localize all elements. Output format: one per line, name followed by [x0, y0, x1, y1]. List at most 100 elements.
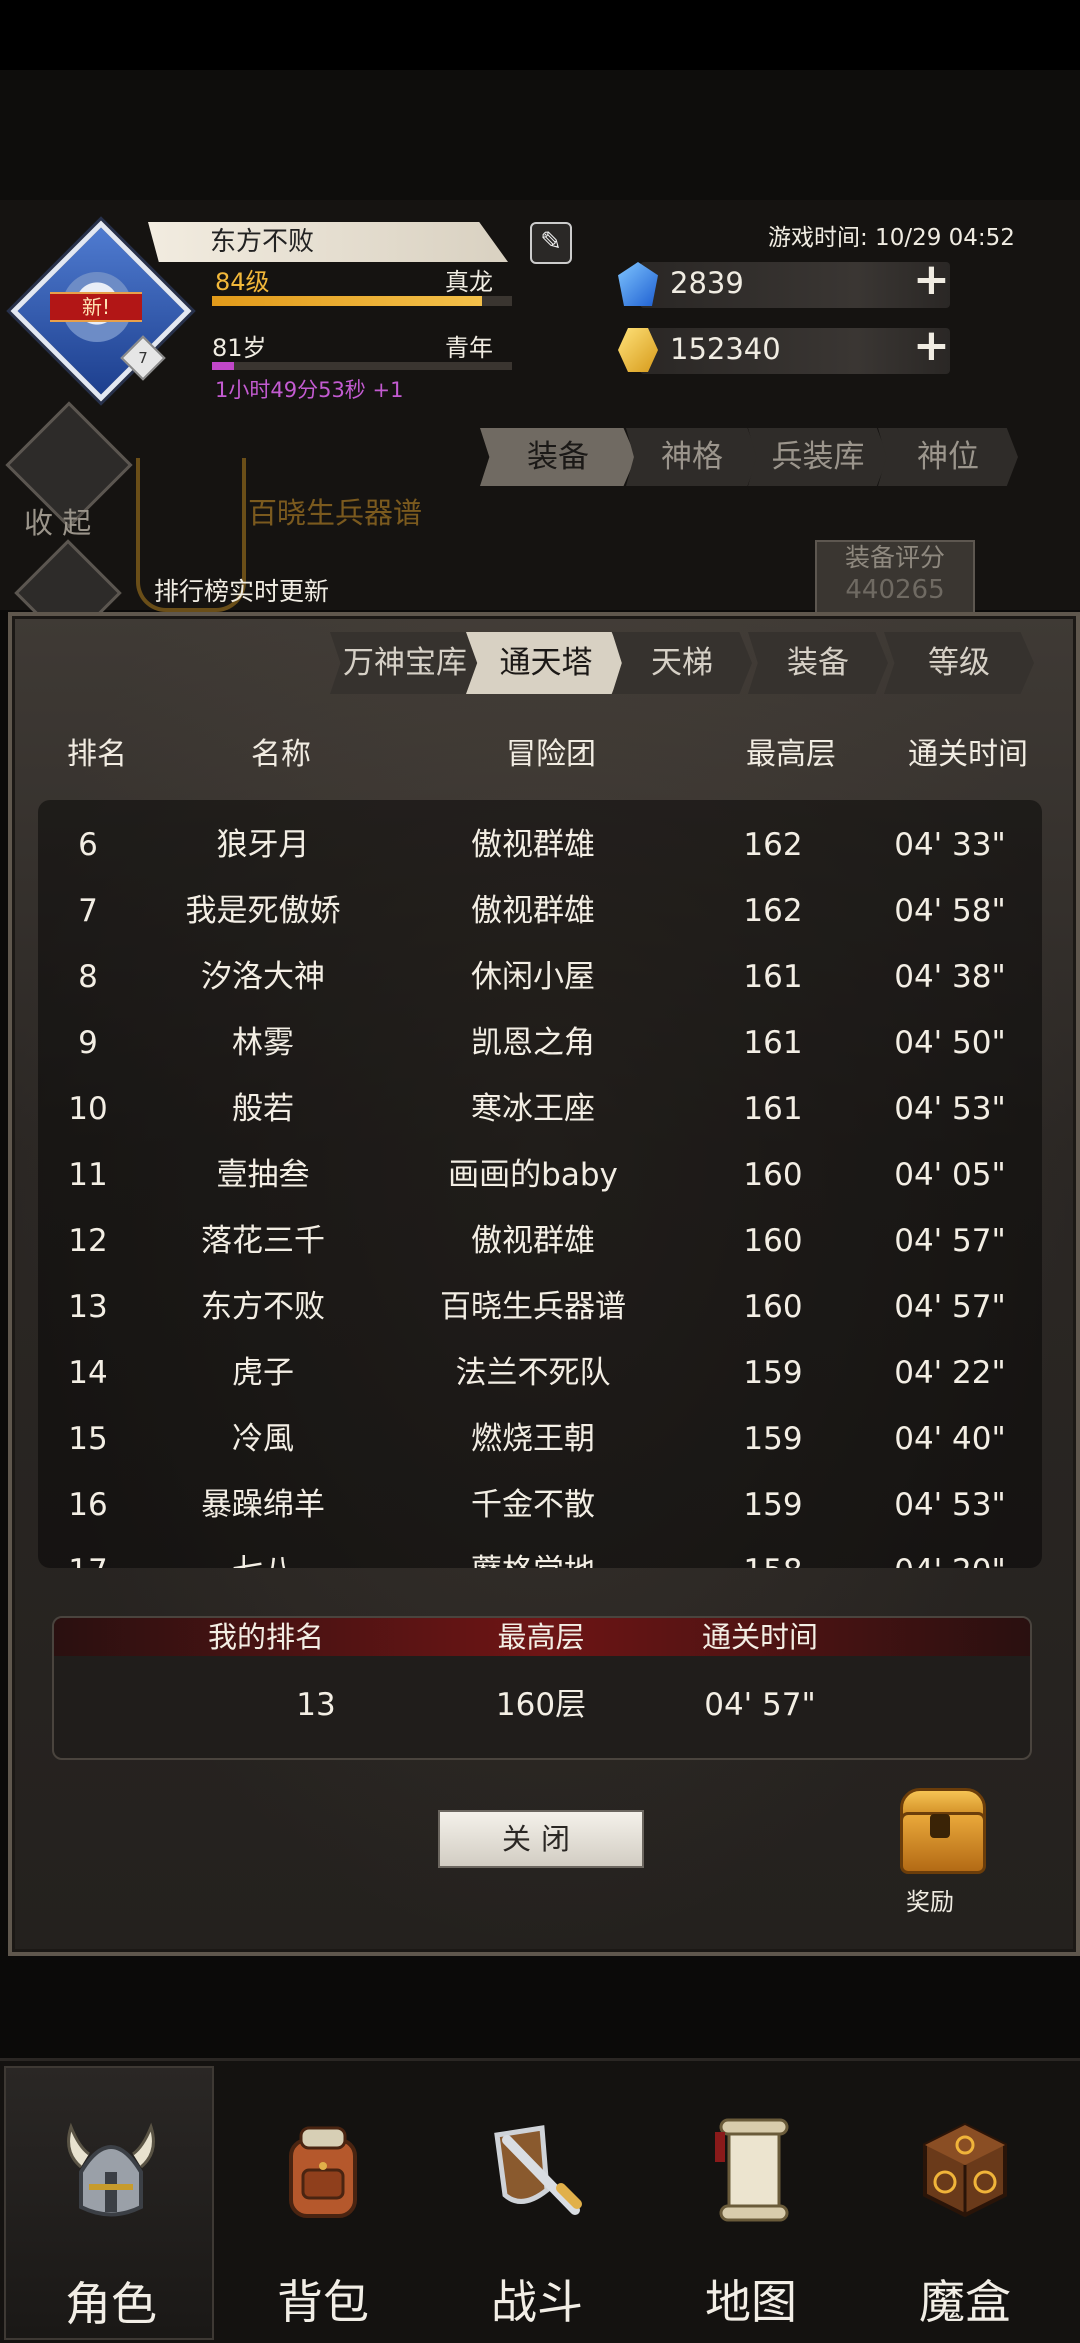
equipment-score: 装备评分 440265	[815, 540, 975, 614]
guild-name: 百晓生兵器谱	[248, 496, 423, 530]
cell-floor: 162	[743, 893, 803, 929]
column-name: 名称	[251, 737, 311, 772]
nav-backpack[interactable]: 背包	[218, 2066, 428, 2340]
cell-rank: 14	[68, 1355, 108, 1391]
new-badge: 新!	[50, 292, 142, 322]
sword-shield-icon	[494, 2125, 582, 2215]
helmet-icon	[67, 2122, 155, 2217]
leaderboard-table[interactable]: 6 狼牙月 傲视群雄 162 04' 33" 7 我是死傲娇 傲视群雄 162 04' 58" 8 汐…	[38, 800, 1042, 1568]
cell-floor: 159	[743, 1487, 803, 1523]
nav-label-map: 地图	[705, 2275, 797, 2329]
cell-time: 04' 38"	[894, 959, 1006, 995]
table-row[interactable]: 8 汐洛大神 休闲小屋 161 04' 38"	[38, 944, 1042, 1010]
subtab-god-rank[interactable]: 神位	[878, 428, 1018, 486]
cell-rank: 11	[68, 1157, 108, 1193]
edit-name-button[interactable]: ✎	[530, 222, 572, 264]
cell-name: 般若	[232, 1091, 294, 1127]
gold-count: 152340	[670, 332, 781, 366]
subtab-equipment[interactable]: 装备	[480, 428, 636, 486]
cell-guild: 百晓生兵器谱	[440, 1289, 626, 1325]
cell-name: 暴躁绵羊	[201, 1487, 325, 1523]
tab-level[interactable]: 等级	[884, 632, 1034, 694]
cell-name: 虎子	[232, 1355, 294, 1391]
table-row[interactable]: 12 落花三千 傲视群雄 160 04' 57"	[38, 1208, 1042, 1274]
table-row[interactable]: 11 壹抽叁 画画的baby 160 04' 05"	[38, 1142, 1042, 1208]
cell-name: 冷風	[232, 1421, 294, 1457]
rank-title: 真龙	[445, 268, 493, 296]
nav-label-backpack: 背包	[277, 2275, 369, 2329]
table-row[interactable]: 6 狼牙月 傲视群雄 162 04' 33"	[38, 812, 1042, 878]
nav-magic-box[interactable]: 魔盒	[860, 2066, 1070, 2340]
cell-rank: 15	[68, 1421, 108, 1457]
reward-chest-button[interactable]	[890, 1782, 990, 1882]
game-time: 游戏时间: 10/29 04:52	[768, 225, 1015, 251]
cell-rank: 9	[78, 1025, 98, 1061]
tab-ladder[interactable]: 天梯	[612, 632, 752, 694]
cell-rank: 6	[78, 827, 98, 863]
cell-time: 04' 57"	[894, 1289, 1006, 1325]
cell-floor: 160	[743, 1223, 803, 1259]
cell-name: 汐洛大神	[201, 959, 325, 995]
cell-rank: 8	[78, 959, 98, 995]
age-title: 青年	[445, 334, 493, 362]
chest-lock-icon	[930, 1814, 950, 1838]
nav-character[interactable]: 角色	[4, 2066, 214, 2340]
table-row[interactable]: 14 虎子 法兰不死队 159 04' 22"	[38, 1340, 1042, 1406]
my-time-label: 通关时间	[701, 1620, 818, 1654]
table-row[interactable]: 13 东方不败 百晓生兵器谱 160 04' 57"	[38, 1274, 1042, 1340]
cell-floor: 161	[743, 1025, 803, 1061]
age-timer: 1小时49分53秒 +1	[215, 378, 404, 402]
my-rank-label: 我的排名	[207, 1620, 324, 1654]
level-progress-fill	[212, 296, 482, 306]
cell-name: 我是死傲娇	[185, 893, 341, 929]
table-row[interactable]: 7 我是死傲娇 傲视群雄 162 04' 58"	[38, 878, 1042, 944]
cell-rank: 17	[38, 1538, 138, 1568]
add-gems-button[interactable]: +	[913, 254, 950, 305]
table-row[interactable]: 16 暴躁绵羊 千金不散 159 04' 53"	[38, 1472, 1042, 1538]
nav-map[interactable]: 地图	[646, 2066, 856, 2340]
tab-equipment[interactable]: 装备	[748, 632, 888, 694]
cell-name: 狼牙月	[216, 827, 310, 863]
subtab-divinity[interactable]: 神格	[626, 428, 758, 486]
column-rank: 排名	[67, 737, 127, 772]
cell-rank: 10	[68, 1091, 108, 1127]
backpack-icon	[289, 2126, 357, 2218]
table-row[interactable]: 15 冷風 燃烧王朝 159 04' 40"	[38, 1406, 1042, 1472]
tab-pantheon-vault[interactable]: 万神宝库	[330, 632, 480, 694]
cell-time: 04' 22"	[894, 1355, 1006, 1391]
cell-guild: 法兰不死队	[455, 1355, 611, 1391]
nav-label-battle: 战斗	[491, 2275, 583, 2329]
age-progress-track	[212, 362, 512, 370]
my-ranking-panel: 我的排名 最高层 通关时间 13 160层 04' 57"	[52, 1616, 1032, 1760]
add-gold-button[interactable]: +	[913, 320, 950, 371]
subtab-armory[interactable]: 兵装库	[748, 428, 888, 486]
cell-time: 04' 05"	[894, 1157, 1006, 1193]
edit-icon: ✎	[540, 227, 562, 257]
cell-rank: 16	[68, 1487, 108, 1523]
player-avatar[interactable]: 新! 7	[10, 220, 192, 402]
cell-name: 七八	[158, 1538, 368, 1568]
leaderboard-notice: 排行榜实时更新	[154, 577, 330, 606]
cell-floor: 161	[743, 959, 803, 995]
cell-rank: 13	[68, 1289, 108, 1325]
reward-label: 奖励	[906, 1888, 954, 1916]
table-row[interactable]: 17 七八蘑格觉地 15804' 20"	[38, 1538, 1042, 1568]
my-ranking-header: 我的排名 最高层 通关时间	[54, 1618, 1030, 1656]
tab-sky-tower[interactable]: 通天塔	[466, 632, 626, 694]
my-floor-label: 最高层	[497, 1620, 585, 1654]
header-dark-band	[0, 70, 1080, 200]
nav-label-magic-box: 魔盒	[919, 2275, 1011, 2329]
cell-time: 04' 58"	[894, 893, 1006, 929]
cell-floor: 160	[743, 1157, 803, 1193]
column-clear-time: 通关时间	[908, 737, 1028, 772]
table-row[interactable]: 10 般若 寒冰王座 161 04' 53"	[38, 1076, 1042, 1142]
close-button[interactable]: 关闭	[438, 1810, 644, 1868]
nav-battle[interactable]: 战斗	[432, 2066, 642, 2340]
score-value: 440265	[845, 575, 945, 605]
table-row[interactable]: 9 林雾 凯恩之角 161 04' 50"	[38, 1010, 1042, 1076]
score-label: 装备评分	[844, 543, 945, 572]
cell-floor: 159	[743, 1421, 803, 1457]
cell-time: 04' 40"	[894, 1421, 1006, 1457]
cell-floor: 161	[743, 1091, 803, 1127]
magic-cube-icon	[923, 2122, 1007, 2218]
